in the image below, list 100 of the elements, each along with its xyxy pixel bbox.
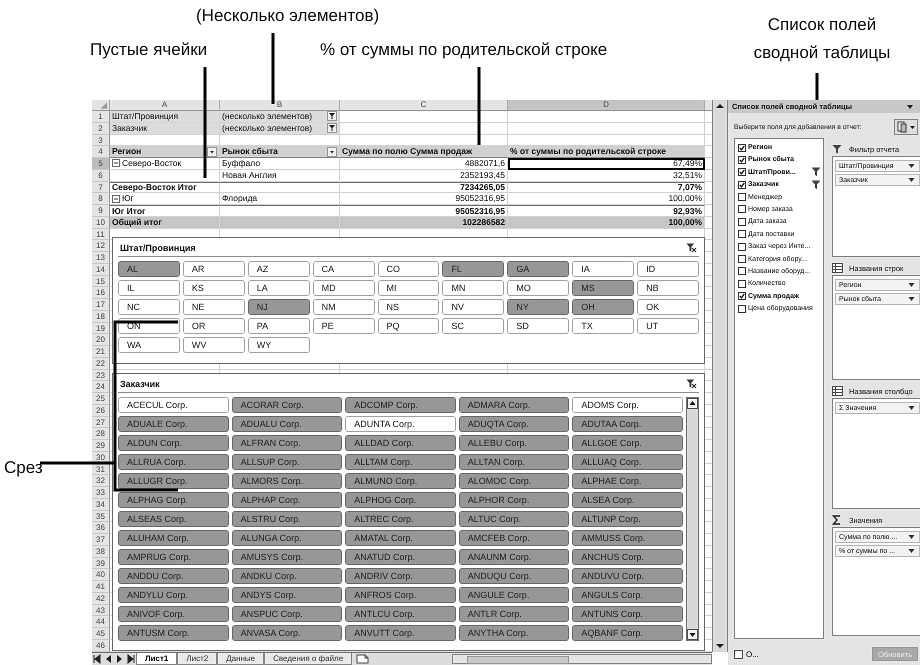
slicer-item[interactable]: ALTUC Corp. [458, 511, 570, 527]
horizontal-scrollbar[interactable] [452, 654, 712, 664]
slicer-item[interactable]: ADUQTA Corp. [458, 416, 570, 432]
row-number[interactable]: 24 [92, 381, 110, 393]
row-number[interactable]: 14 [92, 264, 110, 276]
slicer-item[interactable]: LA [248, 280, 310, 296]
caret-icon[interactable] [908, 163, 915, 169]
slicer-item[interactable]: ANAUNM Corp. [458, 549, 570, 565]
row-number[interactable]: 20 [92, 334, 110, 346]
slicer-item[interactable]: ALFRAN Corp. [232, 435, 342, 451]
slicer-item[interactable]: ANIVOF Corp. [118, 606, 229, 622]
slicer-item[interactable]: PA [248, 318, 310, 334]
slicer-item[interactable]: KS [182, 280, 245, 296]
slicer-item[interactable]: ALPHAP Corp. [232, 492, 342, 508]
slicer-item[interactable]: ALPHAG Corp. [118, 492, 229, 508]
sheet-tab[interactable]: Лист2 [177, 652, 218, 665]
slicer-item[interactable]: ANDKU Corp. [232, 568, 342, 584]
slicer-item[interactable]: CO [378, 261, 440, 277]
slicer-item[interactable]: ANYTHA Corp. [458, 625, 570, 641]
scroll-down-icon[interactable] [687, 629, 698, 640]
slicer-item[interactable]: ANATUD Corp. [345, 549, 456, 565]
slicer-item[interactable]: TX [572, 318, 634, 334]
slicer-item[interactable]: IL [118, 280, 180, 296]
slicer-item[interactable]: NB [637, 280, 699, 296]
slicer-item[interactable]: ALLEBU Corp. [458, 435, 570, 451]
caret-icon[interactable] [908, 177, 915, 183]
row-number[interactable]: 36 [92, 522, 110, 534]
checkbox-label[interactable]: О... [746, 650, 759, 658]
checkbox[interactable] [738, 168, 746, 176]
slicer-item[interactable]: AL [118, 261, 180, 277]
row-number[interactable]: 43 [92, 604, 110, 616]
row-number[interactable]: 2 [92, 122, 110, 134]
slicer-item[interactable]: OR [182, 318, 245, 334]
vertical-scrollbar[interactable] [712, 100, 728, 652]
row-number[interactable]: 33 [92, 487, 110, 499]
slicer-item[interactable]: ALDUN Corp. [118, 435, 229, 451]
slicer-item[interactable]: AR [182, 261, 245, 277]
checkbox[interactable] [738, 180, 746, 189]
slicer-item[interactable]: ALUNGA Corp. [232, 530, 342, 546]
slicer-item[interactable]: ALTUNP Corp. [572, 511, 683, 527]
row-number[interactable]: 35 [92, 510, 110, 522]
checkbox[interactable] [738, 156, 746, 164]
row-number[interactable]: 12 [92, 240, 110, 252]
row-number[interactable]: 40 [92, 569, 110, 581]
slicer-item[interactable]: ACECUL Corp. [118, 397, 229, 413]
slicer-item[interactable]: ALUHAM Corp. [118, 530, 229, 546]
slicer-item[interactable]: ANTUSM Corp. [118, 625, 229, 641]
row-number[interactable]: 17 [92, 299, 110, 311]
layout-menu-icon[interactable] [894, 119, 918, 135]
slicer-item[interactable]: ANDRIV Corp. [345, 568, 456, 584]
sheet-tab[interactable]: Данные [217, 652, 264, 665]
slicer-item[interactable]: ADUALE Corp. [118, 416, 229, 432]
row-number[interactable]: 13 [92, 252, 110, 264]
row-number[interactable]: 4 [92, 146, 110, 158]
slicer-item[interactable]: AMMUSS Corp. [572, 530, 683, 546]
slicer-item[interactable]: ALPHOG Corp. [345, 492, 456, 508]
slicer-item[interactable]: OH [572, 299, 634, 315]
slicer-item[interactable]: ACORAR Corp. [232, 397, 342, 413]
row-number[interactable]: 9 [92, 205, 110, 217]
row-number[interactable]: 45 [92, 628, 110, 640]
dropdown-icon[interactable] [327, 146, 337, 157]
slicer-item[interactable]: AMUSYS Corp. [232, 549, 342, 565]
slicer-item[interactable]: ADMARA Corp. [458, 397, 570, 413]
row-number[interactable]: 34 [92, 498, 110, 510]
checkbox[interactable] [738, 304, 746, 313]
caret-icon[interactable] [908, 405, 915, 411]
slicer-item[interactable]: ALLGOE Corp. [572, 435, 683, 451]
insert-sheet-icon[interactable] [355, 653, 372, 664]
nav-arrow-icon[interactable] [126, 654, 135, 664]
slicer-item[interactable]: ALOMOC Corp. [458, 473, 570, 489]
slicer-item[interactable]: WA [118, 337, 180, 353]
slicer-item[interactable]: ANDYLU Corp. [118, 587, 229, 603]
slicer-item[interactable]: AZ [248, 261, 310, 277]
slicer-item[interactable]: ANDYS Corp. [232, 587, 342, 603]
slicer-item[interactable]: PE [312, 318, 375, 334]
row-number[interactable]: 22 [92, 358, 110, 370]
slicer-item[interactable]: ALLUAQ Corp. [572, 454, 683, 470]
slicer-item[interactable]: ADUALU Corp. [232, 416, 342, 432]
caret-icon[interactable] [908, 548, 915, 554]
row-number[interactable]: 44 [92, 616, 110, 628]
slicer-item[interactable]: NC [118, 299, 180, 315]
column-header[interactable]: D [508, 100, 705, 110]
clear-filter-icon[interactable] [686, 379, 697, 389]
row-number[interactable]: 10 [92, 216, 110, 228]
row-number[interactable]: 15 [92, 276, 110, 288]
slicer-item[interactable]: CA [312, 261, 375, 277]
checkbox[interactable] [738, 267, 746, 276]
slicer-item[interactable]: ALLRUA Corp. [118, 454, 229, 470]
row-number[interactable]: 38 [92, 546, 110, 558]
slicer-item[interactable]: ALLDAD Corp. [345, 435, 456, 451]
nav-arrow-icon[interactable] [104, 654, 113, 664]
slicer-item[interactable]: NY [507, 299, 570, 315]
row-number[interactable]: 3 [92, 134, 110, 146]
slicer-item[interactable]: GA [507, 261, 570, 277]
slicer-item[interactable]: ALLTAM Corp. [345, 454, 456, 470]
checkbox[interactable] [738, 292, 746, 300]
slicer-item[interactable]: ALPHAE Corp. [572, 473, 683, 489]
row-number[interactable]: 8 [92, 193, 110, 205]
slicer-item[interactable]: SC [442, 318, 504, 334]
clear-filter-icon[interactable] [686, 243, 697, 253]
